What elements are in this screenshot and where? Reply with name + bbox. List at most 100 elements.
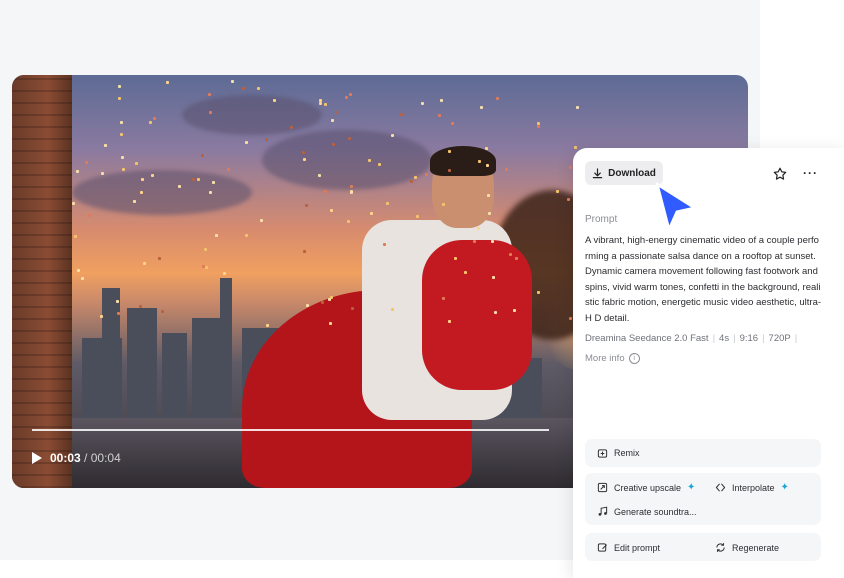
confetti-piece (349, 184, 353, 188)
confetti-piece (152, 116, 156, 120)
confetti-piece (346, 220, 350, 224)
regenerate-label: Regenerate (732, 542, 780, 553)
creative-upscale-button[interactable]: Creative upscale ✦ (597, 482, 695, 493)
edit-prompt-button[interactable]: Edit prompt (597, 542, 660, 553)
confetti-piece (135, 162, 139, 166)
upscale-icon (597, 482, 608, 493)
confetti-piece (415, 215, 419, 219)
confetti-piece (75, 169, 79, 173)
confetti-piece (442, 202, 446, 206)
confetti-piece (385, 201, 389, 205)
video-progress-bar[interactable] (32, 429, 549, 431)
confetti-piece (451, 122, 455, 126)
generate-soundtrack-label: Generate soundtra... (614, 506, 697, 517)
confetti-piece (230, 80, 234, 83)
confetti-piece (197, 177, 200, 181)
confetti-piece (512, 308, 516, 312)
confetti-piece (568, 316, 572, 320)
confetti-piece (76, 269, 80, 273)
more-icon[interactable]: ··· (803, 166, 818, 180)
confetti-piece (332, 142, 336, 146)
confetti-piece (203, 247, 207, 251)
confetti-piece (148, 121, 152, 125)
confetti-piece (74, 234, 78, 238)
video-controls: 00:03 / 00:04 (32, 451, 121, 465)
confetti-piece (328, 321, 332, 325)
remix-label: Remix (614, 448, 640, 458)
confetti-piece (318, 98, 322, 102)
confetti-piece (226, 168, 230, 172)
interpolate-label: Interpolate (732, 482, 775, 493)
confetti-piece (244, 140, 248, 144)
confetti-piece (115, 299, 119, 303)
confetti-piece (116, 311, 120, 315)
download-icon (592, 167, 603, 178)
confetti-piece (350, 190, 354, 194)
time-total: 00:04 (90, 451, 121, 465)
confetti-piece (289, 125, 293, 129)
confetti-piece (122, 168, 126, 172)
remix-icon (597, 448, 608, 458)
confetti-piece (324, 102, 328, 106)
confetti-piece (158, 256, 162, 260)
confetti-piece (100, 314, 104, 318)
confetti-piece (329, 209, 333, 213)
confetti-piece (477, 159, 481, 163)
cursor-icon (655, 182, 697, 232)
confetti-piece (320, 300, 324, 304)
generate-soundtrack-button[interactable]: Generate soundtra... (597, 506, 697, 517)
confetti-piece (536, 124, 540, 128)
confetti-piece (378, 162, 382, 166)
confetti-piece (382, 243, 386, 247)
edit-icon (597, 543, 607, 552)
confetti-piece (409, 180, 413, 184)
confetti-piece (488, 211, 492, 215)
regenerate-button[interactable]: Regenerate (715, 542, 779, 553)
confetti-piece (351, 306, 355, 310)
meta-resolution: 720P (768, 333, 791, 344)
confetti-piece (567, 197, 571, 201)
confetti-piece (257, 86, 261, 90)
confetti-piece (514, 256, 518, 260)
confetti-piece (504, 167, 508, 171)
confetti-piece (88, 214, 92, 218)
video-brick-wall (12, 75, 72, 488)
confetti-piece (85, 160, 89, 164)
confetti-piece (334, 111, 338, 115)
more-info-label: More info (585, 353, 625, 364)
confetti-piece (447, 320, 451, 324)
confetti-piece (303, 158, 307, 162)
confetti-piece (242, 87, 246, 91)
confetti-piece (319, 102, 323, 106)
sparkle-icon: ✦ (780, 482, 789, 493)
confetti-piece (367, 158, 371, 162)
confetti-piece (348, 93, 352, 96)
confetti-piece (495, 96, 499, 100)
time-separator: / (84, 451, 88, 465)
confetti-piece (141, 177, 145, 181)
confetti-piece (143, 262, 147, 266)
confetti-piece (390, 133, 394, 137)
confetti-piece (215, 233, 219, 237)
confetti-piece (209, 110, 213, 114)
meta-ratio: 9:16 (739, 333, 759, 344)
confetti-piece (72, 201, 76, 205)
confetti-piece (413, 176, 417, 180)
confetti-piece (441, 297, 445, 301)
more-info-link[interactable]: More info i (585, 353, 640, 364)
confetti-piece (208, 190, 212, 194)
confetti-piece (345, 96, 349, 100)
meta-model: Dreamina Seedance 2.0 Fast (585, 333, 709, 344)
confetti-piece (139, 191, 143, 195)
remix-button[interactable]: Remix (585, 439, 821, 467)
confetti-piece (479, 105, 483, 109)
confetti-piece (200, 154, 204, 157)
details-panel: Download ··· Prompt A vibrant, high-ener… (573, 148, 844, 578)
video-dancers (242, 146, 612, 488)
star-icon[interactable] (773, 167, 787, 181)
info-icon: i (628, 353, 640, 364)
interpolate-button[interactable]: Interpolate ✦ (715, 482, 789, 493)
confetti-piece (302, 151, 306, 155)
play-icon[interactable] (32, 452, 42, 464)
confetti-piece (223, 271, 227, 275)
